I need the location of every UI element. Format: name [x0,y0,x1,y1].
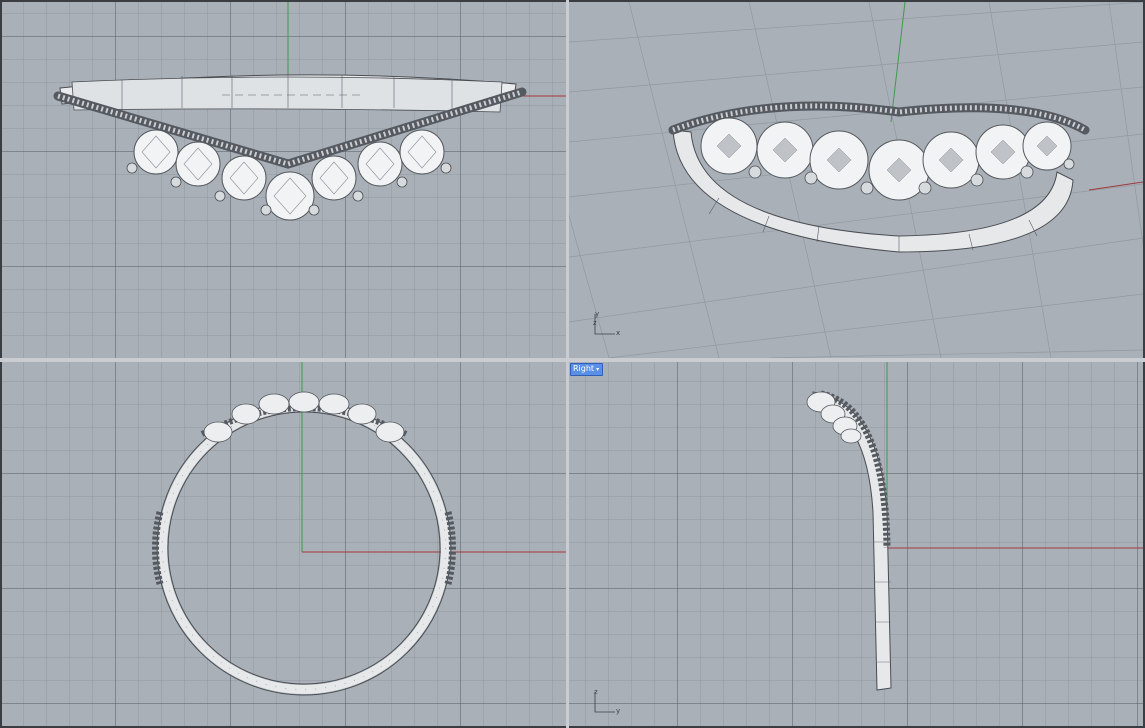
ring-model-front[interactable] [152,391,456,696]
axis-triad-icon: z y [591,688,621,716]
dropdown-caret-icon[interactable]: ▾ [596,366,599,373]
viewport-divider-horizontal[interactable] [0,358,1145,362]
y-axis-line [890,2,906,123]
perspective-view-canvas [569,2,1143,358]
viewport-front[interactable] [2,362,566,726]
axis-label-z: z [593,319,597,327]
right-view-canvas [806,362,1143,691]
ring-model-right[interactable] [806,390,892,691]
axis-label-z: z [594,688,598,696]
axis-label-y: y [595,310,600,318]
ring-model-top[interactable] [53,74,527,221]
viewport-divider-vertical[interactable] [566,0,569,728]
viewport-right[interactable]: Right ▾ z y [569,362,1143,726]
tab-right-viewport[interactable]: Right ▾ [570,363,604,376]
viewport-tab-label: Right [573,364,595,373]
axis-triad-icon: y z x [591,310,621,338]
front-view-canvas [152,362,566,696]
viewport-perspective[interactable]: y z x [569,2,1143,358]
axis-label-x: x [616,329,621,337]
axis-label-y: y [616,707,621,715]
top-view-canvas [53,2,566,221]
viewport-top[interactable] [2,2,566,358]
